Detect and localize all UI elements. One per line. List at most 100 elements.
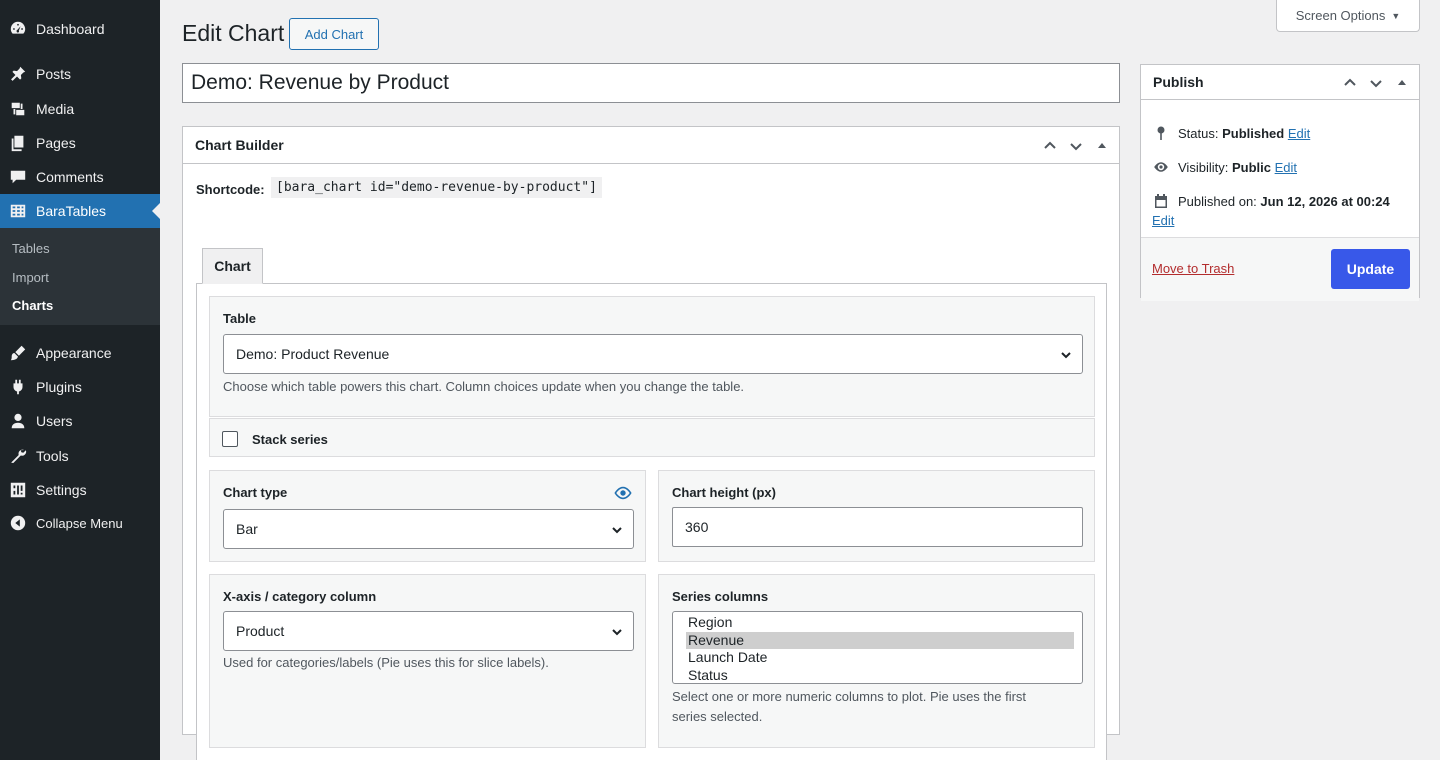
plug-icon	[0, 378, 36, 396]
sidebar-item-appearance[interactable]: Appearance	[0, 336, 160, 370]
collapse-menu-button[interactable]: Collapse Menu	[0, 506, 160, 540]
sidebar-item-comments[interactable]: Comments	[0, 160, 160, 194]
series-help-line-2: series selected.	[672, 709, 763, 724]
sidebar-item-label: Pages	[36, 135, 76, 151]
sidebar-item-label: Plugins	[36, 379, 82, 395]
x-axis-field: X-axis / category column Product Used fo…	[209, 574, 646, 748]
chart-type-value: Bar	[236, 521, 258, 537]
chart-height-field: Chart height (px) 360	[658, 470, 1095, 562]
toggle-panel-icon[interactable]	[1091, 135, 1113, 157]
chart-type-label: Chart type	[223, 485, 288, 500]
admin-sidebar: Dashboard Posts Media Pages Comments Bar…	[0, 0, 160, 760]
publish-header: Publish	[1141, 65, 1419, 100]
panel-title: Chart Builder	[195, 137, 284, 153]
panel-title: Publish	[1153, 74, 1204, 90]
series-option[interactable]: Status	[686, 667, 1074, 684]
table-field: Table Demo: Product Revenue Choose which…	[209, 296, 1095, 417]
caret-down-icon: ▼	[1391, 10, 1401, 21]
published-on-label: Published on:	[1178, 193, 1257, 209]
stack-series-checkbox[interactable]	[222, 431, 238, 447]
pages-icon	[0, 134, 36, 152]
table-select[interactable]: Demo: Product Revenue	[223, 334, 1083, 374]
sidebar-item-label: Posts	[36, 66, 72, 82]
sidebar-item-dashboard[interactable]: Dashboard	[0, 12, 160, 46]
chart-height-value: 360	[685, 519, 709, 535]
add-chart-button[interactable]: Add Chart	[289, 18, 379, 50]
media-icon	[0, 100, 36, 118]
series-option[interactable]: Launch Date	[686, 649, 1074, 667]
chevron-down-icon	[1060, 348, 1072, 360]
sidebar-item-label: Comments	[36, 169, 104, 185]
chart-type-select[interactable]: Bar	[223, 509, 634, 549]
x-axis-help: Used for categories/labels (Pie uses thi…	[223, 655, 549, 670]
dashboard-icon	[0, 20, 36, 38]
sidebar-item-label: Collapse Menu	[36, 515, 123, 531]
move-down-icon[interactable]	[1365, 72, 1387, 94]
series-columns-field: Series columns Region Revenue Launch Dat…	[658, 574, 1095, 748]
pin-icon	[0, 65, 36, 83]
published-on-value: Jun 12, 2026 at 00:24	[1260, 193, 1390, 209]
preview-eye-icon[interactable]	[614, 485, 632, 501]
move-up-icon[interactable]	[1039, 135, 1061, 157]
chevron-down-icon	[611, 625, 623, 637]
toggle-panel-icon[interactable]	[1391, 72, 1413, 94]
series-columns-listbox[interactable]: Region Revenue Launch Date Status	[672, 611, 1083, 684]
sidebar-item-label: Settings	[36, 482, 87, 498]
comment-icon	[0, 168, 36, 186]
sidebar-item-baratables[interactable]: BaraTables	[0, 194, 160, 228]
visibility-label: Visibility:	[1178, 159, 1229, 175]
publish-panel: Publish Status: Published Edit Visibilit…	[1140, 64, 1420, 301]
sidebar-item-media[interactable]: Media	[0, 92, 160, 126]
move-down-icon[interactable]	[1065, 135, 1087, 157]
sidebar-item-posts[interactable]: Posts	[0, 57, 160, 91]
page-title: Edit Chart	[182, 20, 285, 46]
chart-height-label: Chart height (px)	[672, 485, 776, 500]
settings-icon	[0, 481, 36, 499]
sidebar-item-tools[interactable]: Tools	[0, 439, 160, 473]
visibility-row: Visibility: Public Edit	[1152, 158, 1297, 176]
sidebar-item-label: BaraTables	[36, 203, 107, 219]
pin-icon	[1152, 124, 1170, 142]
submenu-item-tables[interactable]: Tables	[12, 241, 50, 256]
calendar-icon	[1152, 192, 1170, 210]
shortcode-value[interactable]: [bara_chart id="demo-revenue-by-product"…	[271, 177, 602, 198]
tab-chart[interactable]: Chart	[202, 248, 263, 284]
sidebar-item-label: Media	[36, 101, 75, 117]
series-option-selected[interactable]: Revenue	[686, 631, 1074, 649]
table-label: Table	[223, 311, 256, 326]
chart-height-input[interactable]: 360	[672, 507, 1083, 547]
move-up-icon[interactable]	[1339, 72, 1361, 94]
eye-icon	[1152, 158, 1170, 176]
submenu-item-charts[interactable]: Charts	[12, 298, 53, 313]
chart-type-field: Chart type Bar	[209, 470, 646, 562]
shortcode-label: Shortcode:	[196, 182, 265, 197]
table-icon	[0, 202, 36, 220]
sidebar-item-users[interactable]: Users	[0, 404, 160, 438]
submenu-item-import[interactable]: Import	[12, 270, 49, 285]
screen-options-button[interactable]: Screen Options ▼	[1276, 0, 1420, 32]
edit-date-link[interactable]: Edit	[1152, 213, 1174, 228]
x-axis-select[interactable]: Product	[223, 611, 634, 651]
series-option[interactable]: Region	[686, 614, 1074, 632]
edit-status-link[interactable]: Edit	[1288, 126, 1310, 141]
visibility-value: Public	[1231, 159, 1271, 175]
published-on-row: Published on: Jun 12, 2026 at 00:24	[1152, 192, 1390, 210]
status-value: Published	[1222, 125, 1285, 141]
chart-tab-panel: Table Demo: Product Revenue Choose which…	[196, 283, 1107, 760]
chevron-down-icon	[611, 523, 623, 535]
user-icon	[0, 412, 36, 430]
post-title-input[interactable]: Demo: Revenue by Product	[182, 63, 1120, 103]
stack-series-field: Stack series	[209, 418, 1095, 457]
sidebar-item-settings[interactable]: Settings	[0, 473, 160, 507]
sidebar-item-label: Dashboard	[36, 21, 105, 37]
chart-builder-panel: Chart Builder Shortcode: [bara_chart id=…	[182, 126, 1120, 760]
edit-visibility-link[interactable]: Edit	[1275, 160, 1297, 175]
table-help: Choose which table powers this chart. Co…	[223, 379, 745, 394]
sidebar-item-plugins[interactable]: Plugins	[0, 370, 160, 404]
series-columns-label: Series columns	[672, 589, 769, 604]
update-button[interactable]: Update	[1331, 249, 1410, 289]
chart-builder-header: Chart Builder	[183, 127, 1119, 164]
collapse-icon	[0, 514, 36, 532]
move-to-trash-link[interactable]: Move to Trash	[1152, 261, 1234, 276]
sidebar-item-pages[interactable]: Pages	[0, 126, 160, 160]
